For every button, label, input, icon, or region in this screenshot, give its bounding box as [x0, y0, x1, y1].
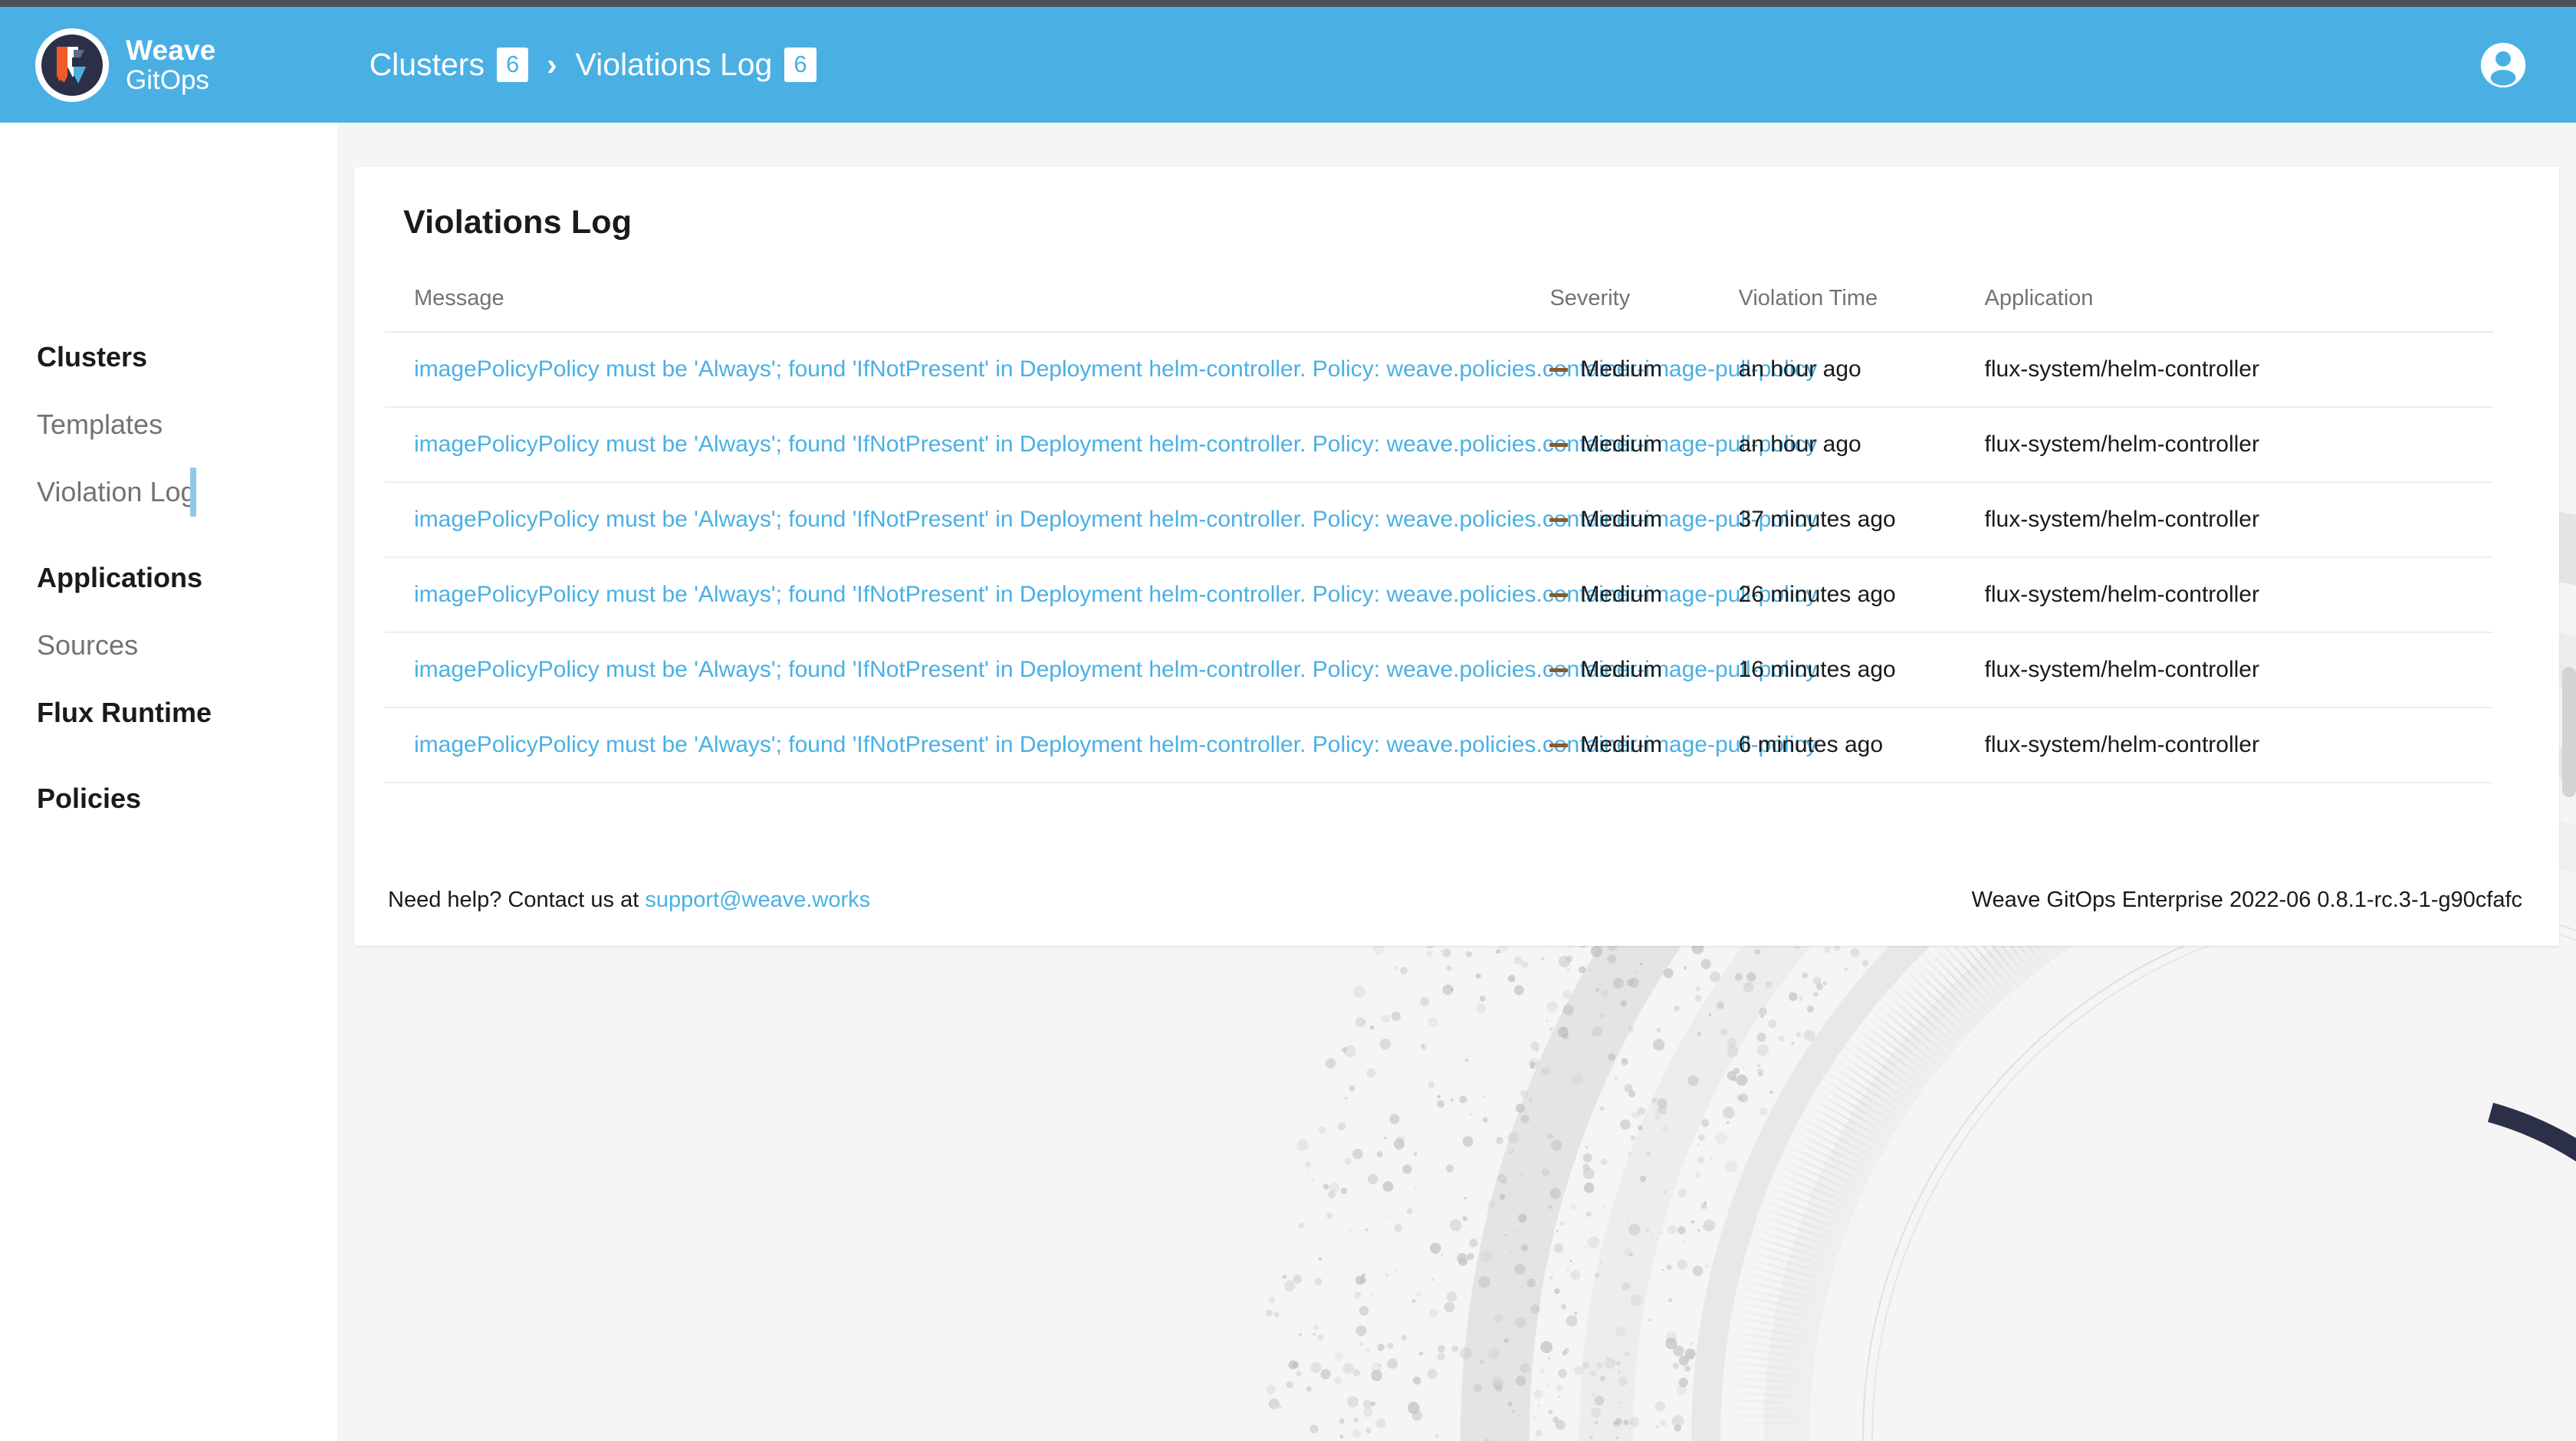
- severity-medium-icon: [1549, 592, 1569, 597]
- account-menu[interactable]: [2476, 38, 2530, 92]
- table-body: imagePolicyPolicy must be 'Always'; foun…: [385, 332, 2493, 783]
- severity-label: Medium: [1580, 582, 1663, 607]
- sidebar-item-label: Clusters: [37, 341, 148, 373]
- brand-subtitle: GitOps: [126, 65, 209, 95]
- table-row: imagePolicyPolicy must be 'Always'; foun…: [385, 407, 2493, 483]
- sidebar-item-templates[interactable]: Templates: [0, 411, 163, 438]
- table-header-row: Message Severity Violation Time Applicat…: [385, 286, 2493, 333]
- page-title: Violations Log: [403, 204, 632, 241]
- severity-medium-icon: [1549, 668, 1569, 672]
- cell-application: flux-system/helm-controller: [1984, 482, 2493, 558]
- sidebar-item-sources[interactable]: Sources: [0, 632, 138, 659]
- cell-message: imagePolicyPolicy must be 'Always'; foun…: [385, 557, 1817, 633]
- severity-label: Medium: [1580, 657, 1663, 682]
- sidebar-item-applications[interactable]: Applications: [0, 564, 202, 592]
- sidebar-nav: Clusters Templates Violation Log Applica…: [0, 123, 337, 1441]
- cell-application: flux-system/helm-controller: [1984, 332, 2493, 408]
- brand-logo-link[interactable]: Weave GitOps: [34, 27, 216, 103]
- sidebar-item-label: Templates: [37, 409, 163, 440]
- sidebar-item-clusters[interactable]: Clusters: [0, 343, 147, 371]
- table-row: imagePolicyPolicy must be 'Always'; foun…: [385, 332, 2493, 408]
- cell-message: imagePolicyPolicy must be 'Always'; foun…: [385, 632, 1817, 708]
- breadcrumb-item-clusters[interactable]: Clusters: [370, 47, 485, 83]
- support-email-link[interactable]: support@weave.works: [645, 888, 870, 912]
- cell-application: flux-system/helm-controller: [1984, 557, 2493, 633]
- violations-log-panel: Violations Log Message Severity Violatio…: [354, 167, 2559, 946]
- severity-label: Medium: [1580, 507, 1663, 532]
- footer-help-prefix: Need help? Contact us at: [388, 887, 639, 912]
- sidebar-item-violation-log[interactable]: Violation Log: [0, 468, 196, 517]
- severity-medium-icon: [1549, 743, 1569, 747]
- account-circle-icon[interactable]: [2476, 38, 2530, 92]
- breadcrumb-badge-clusters: 6: [496, 48, 529, 82]
- cell-message: imagePolicyPolicy must be 'Always'; foun…: [385, 407, 1817, 483]
- severity-medium-icon: [1549, 517, 1569, 522]
- page-scrollbar-thumb[interactable]: [2562, 667, 2576, 797]
- column-header-violation-time[interactable]: Violation Time: [1738, 286, 1985, 333]
- breadcrumb-badge-violations-log: 6: [784, 48, 816, 82]
- violations-table: Message Severity Violation Time Applicat…: [385, 286, 2493, 783]
- severity-medium-icon: [1549, 442, 1569, 447]
- table-row: imagePolicyPolicy must be 'Always'; foun…: [385, 632, 2493, 708]
- window-top-strip: [0, 0, 2576, 7]
- cell-violation-time: an hour ago: [1738, 332, 1985, 408]
- sidebar-item-label: Flux Runtime: [37, 697, 212, 728]
- footer-help-text: Need help? Contact us at support@weave.w…: [388, 888, 870, 913]
- severity-label: Medium: [1580, 432, 1663, 457]
- weave-gitops-logo-icon: [35, 28, 109, 102]
- severity-medium-icon: [1549, 367, 1569, 372]
- cell-violation-time: an hour ago: [1738, 407, 1985, 483]
- sidebar-item-label: Policies: [37, 783, 142, 814]
- table-header: Message Severity Violation Time Applicat…: [385, 286, 2493, 333]
- breadcrumb-item-violations-log[interactable]: Violations Log: [576, 47, 773, 83]
- cell-violation-time: 26 minutes ago: [1738, 557, 1985, 633]
- column-header-application[interactable]: Application: [1984, 286, 2493, 333]
- footer-version-text: Weave GitOps Enterprise 2022-06 0.8.1-rc…: [1971, 887, 2522, 912]
- card-footer: Need help? Contact us at support@weave.w…: [354, 854, 2559, 946]
- column-header-message[interactable]: Message: [385, 286, 1550, 333]
- column-header-severity[interactable]: Severity: [1549, 286, 1739, 333]
- severity-label: Medium: [1580, 732, 1663, 757]
- sidebar-item-label: Applications: [37, 562, 203, 593]
- brand-text: Weave GitOps: [126, 36, 216, 94]
- cell-violation-time: 37 minutes ago: [1738, 482, 1985, 558]
- cell-application: flux-system/helm-controller: [1984, 407, 2493, 483]
- sidebar-item-label: Sources: [37, 629, 139, 661]
- sidebar-item-label: Violation Log: [37, 476, 196, 507]
- cell-message: imagePolicyPolicy must be 'Always'; foun…: [385, 482, 1817, 558]
- cell-violation-time: 16 minutes ago: [1738, 632, 1985, 708]
- sidebar-active-indicator: [189, 468, 196, 517]
- cell-application: flux-system/helm-controller: [1984, 632, 2493, 708]
- sidebar-item-policies[interactable]: Policies: [0, 785, 141, 812]
- table-row: imagePolicyPolicy must be 'Always'; foun…: [385, 482, 2493, 558]
- cell-message: imagePolicyPolicy must be 'Always'; foun…: [385, 332, 1817, 408]
- chevron-right-icon: ›: [547, 48, 557, 82]
- sidebar-item-flux-runtime[interactable]: Flux Runtime: [0, 699, 212, 727]
- table-row: imagePolicyPolicy must be 'Always'; foun…: [385, 707, 2493, 783]
- cell-application: flux-system/helm-controller: [1984, 707, 2493, 783]
- app-header: Weave GitOps Clusters 6 › Violations Log…: [0, 7, 2576, 123]
- cell-violation-time: 6 minutes ago: [1738, 707, 1985, 783]
- severity-label: Medium: [1580, 356, 1663, 382]
- table-row: imagePolicyPolicy must be 'Always'; foun…: [385, 557, 2493, 633]
- brand-title: Weave: [126, 34, 216, 66]
- cell-message: imagePolicyPolicy must be 'Always'; foun…: [385, 707, 1817, 783]
- breadcrumb: Clusters 6 › Violations Log 6: [370, 47, 816, 83]
